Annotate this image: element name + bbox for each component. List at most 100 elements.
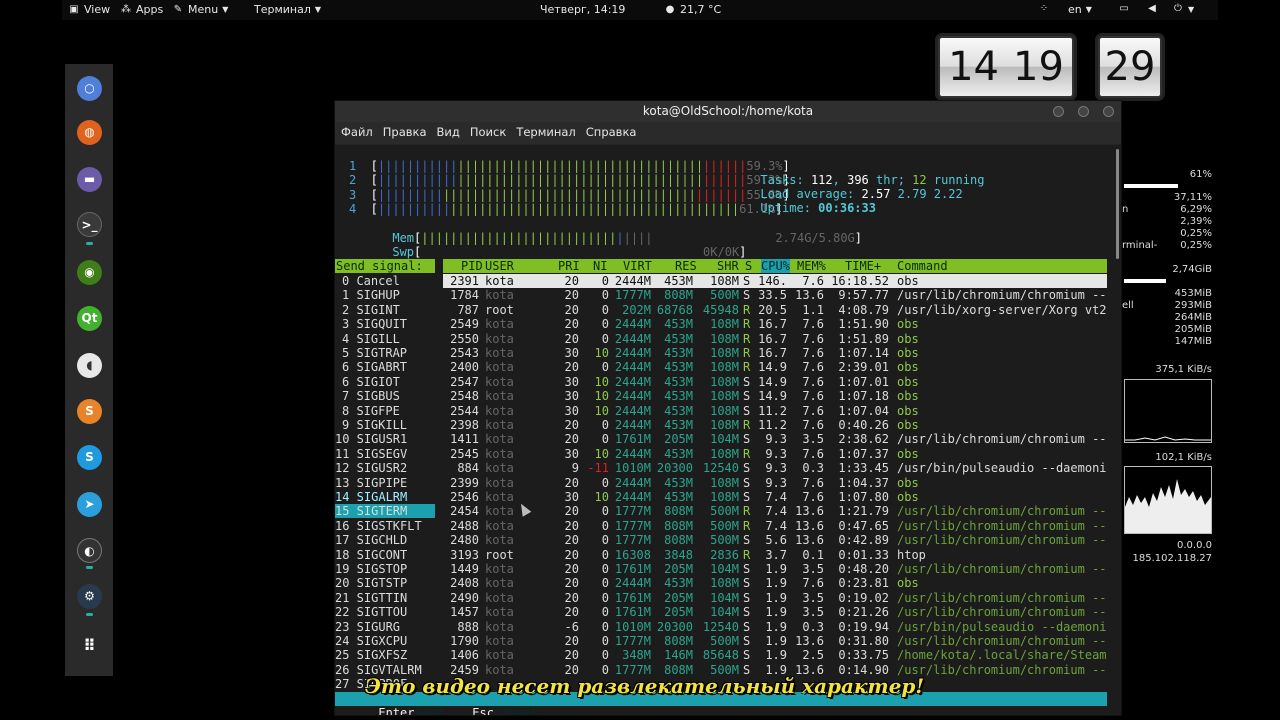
column-header-mem[interactable]: MEM% bbox=[797, 259, 826, 273]
column-header-pri[interactable]: PRI bbox=[558, 259, 580, 273]
process-row[interactable]: 3193 root 20 0 16308 3848 2836 R 3.7 0.1 0:01.33 ht… bbox=[335, 548, 1107, 562]
terminal-app-menu[interactable]: Терминал ▼ bbox=[254, 3, 321, 16]
process-row[interactable]: 787 root 20 0 202M 68768 45948 R 20.5 1.1 4:08.79 /… bbox=[335, 303, 1107, 317]
close-button[interactable] bbox=[1103, 106, 1114, 117]
terminal-window[interactable]: kota@OldSchool:/home/kota Файл Правка Ви… bbox=[334, 100, 1122, 716]
process-row[interactable]: 2550 kota 20 0 2444M 453M 108M R 16.7 7.6 1:51.89 o… bbox=[335, 332, 1107, 346]
column-header-shr[interactable]: SHR bbox=[717, 259, 739, 273]
indicator-icon[interactable]: ⁘ bbox=[1038, 3, 1050, 15]
process-cell: 2480 bbox=[450, 533, 479, 548]
cancel-action[interactable]: Cancel bbox=[494, 706, 537, 715]
mem-proc-value: 453MiB bbox=[1174, 288, 1212, 299]
weather[interactable]: ● 21,7 °C bbox=[664, 3, 722, 16]
steam-icon[interactable]: ⚙ bbox=[77, 584, 102, 609]
process-row[interactable]: 2488 kota 20 0 1777M 808M 500M R 7.4 13.6 0:47.65 /… bbox=[335, 519, 1107, 533]
menu-edit[interactable]: Правка bbox=[383, 122, 427, 144]
minimize-button[interactable] bbox=[1053, 106, 1064, 117]
process-cell: 30 bbox=[564, 490, 579, 504]
process-row[interactable]: 2543 kota 30 10 2444M 453M 108M R 16.7 7.6 1:07.14… bbox=[335, 346, 1107, 360]
qt-icon[interactable]: Qt bbox=[77, 306, 102, 331]
process-cell: 453M bbox=[664, 317, 693, 332]
column-header-s[interactable]: S bbox=[745, 259, 752, 273]
terminal-icon[interactable]: >_ bbox=[77, 212, 102, 237]
sublime-icon[interactable]: S bbox=[77, 399, 102, 424]
column-header-virt[interactable]: VIRT bbox=[623, 259, 652, 273]
process-cell: 10 bbox=[594, 403, 609, 418]
maximize-button[interactable] bbox=[1078, 106, 1089, 117]
process-cell: 0 bbox=[601, 418, 609, 432]
process-row[interactable]: 2391 kota 20 0 2444M 453M 108M S 146. 7.6 16:18.52… bbox=[335, 274, 1107, 288]
column-header-user[interactable]: USER bbox=[485, 259, 514, 273]
apps-button[interactable]: ⁂ Apps bbox=[120, 3, 163, 16]
process-cell: 0 bbox=[601, 533, 609, 548]
process-row[interactable]: 2544 kota 30 10 2444M 453M 108M S 11.2 7.6 1:07.04… bbox=[335, 404, 1107, 418]
scrollbar[interactable] bbox=[1116, 149, 1119, 259]
process-row[interactable]: 2547 kota 30 10 2444M 453M 108M S 14.9 7.6 1:07.01… bbox=[335, 375, 1107, 389]
upload-rate: 102,1 KiB/s bbox=[1155, 452, 1212, 463]
power-icon: ⏻ bbox=[1174, 3, 1182, 14]
process-row[interactable]: 2549 kota 20 0 2444M 453M 108M R 16.7 7.6 1:51.90 o… bbox=[335, 317, 1107, 331]
process-cell: 1010M bbox=[614, 461, 651, 476]
sun-icon: ● bbox=[665, 3, 675, 15]
apps-grid-icon[interactable]: ⠿ bbox=[77, 633, 102, 658]
column-header-ni[interactable]: NI bbox=[593, 259, 607, 273]
files-icon[interactable]: ▬ bbox=[77, 167, 102, 192]
column-header-res[interactable]: RES bbox=[675, 259, 697, 273]
view-button[interactable]: ▣ View bbox=[68, 3, 110, 16]
process-row[interactable]: 2548 kota 30 10 2444M 453M 108M S 14.9 7.6 1:07.18… bbox=[335, 389, 1107, 403]
clock-minute: 19 bbox=[1013, 44, 1064, 90]
menu-help[interactable]: Справка bbox=[586, 122, 637, 144]
process-row[interactable]: 2408 kota 20 0 2444M 453M 108M S 1.9 7.6 0:23.81 ob… bbox=[335, 576, 1107, 590]
menu-view[interactable]: Вид bbox=[437, 122, 460, 144]
process-row[interactable]: 2490 kota 20 0 1761M 205M 104M S 1.9 3.5 0:19.02/u… bbox=[335, 591, 1107, 605]
process-cell: 1.9 bbox=[765, 619, 787, 634]
esc-key[interactable]: Esc bbox=[472, 706, 494, 715]
process-row[interactable]: 1449 kota 20 0 1761M 205M 104M S 1.9 3.5 0:48.20/u… bbox=[335, 562, 1107, 576]
process-row[interactable]: 1457 kota 20 0 1761M 205M 104M S 1.9 3.5 0:21.26/u… bbox=[335, 605, 1107, 619]
menu-file[interactable]: Файл bbox=[341, 122, 373, 144]
skype-icon[interactable]: S bbox=[77, 445, 102, 470]
obs-icon[interactable]: ◐ bbox=[77, 538, 102, 563]
process-row[interactable]: 2398 kota 20 0 2444M 453M 108M R 11.2 7.6 0:40.26 o… bbox=[335, 418, 1107, 432]
process-cell: 1761M bbox=[614, 605, 651, 620]
process-row[interactable]: 1406 kota 20 0 348M 146M 85648 S 1.9 2.5 0:33.75/h… bbox=[335, 648, 1107, 662]
process-row[interactable]: 884 kota 9 -11 1010M 20300 12540 S 9.3 0.3 1:33.45… bbox=[335, 461, 1107, 475]
process-row[interactable]: 888 kota -6 0 1010M 20300 12540 S 1.9 0.3 0:19.94 /… bbox=[335, 620, 1107, 634]
process-cell: 108M bbox=[710, 389, 739, 404]
power-button[interactable]: ⏻ ▼ bbox=[1172, 3, 1194, 15]
datetime[interactable]: Четверг, 14:19 bbox=[540, 3, 625, 16]
process-cell: -6 bbox=[564, 619, 579, 634]
column-header-time[interactable]: TIME+ bbox=[845, 259, 881, 273]
process-row[interactable]: 2454 kota 20 0 1777M 808M 500M R 7.4 13.6 1:21.79 /… bbox=[335, 504, 1107, 518]
firefox-icon[interactable]: ◍ bbox=[77, 120, 102, 145]
process-row[interactable]: 2400 kota 20 0 2444M 453M 108M R 14.9 7.6 2:39.01 o… bbox=[335, 360, 1107, 374]
menu-search[interactable]: Поиск bbox=[470, 122, 506, 144]
process-cell: 16.7 bbox=[758, 317, 787, 332]
menu-button[interactable]: ✎ Menu ▼ bbox=[172, 3, 229, 16]
process-row[interactable]: 2480 kota 20 0 1777M 808M 500M S 5.6 13.6 0:42.89 /… bbox=[335, 533, 1107, 547]
process-row[interactable]: 2546 kota 30 10 2444M 453M 108M S 7.4 7.6 1:07.80 o… bbox=[335, 490, 1107, 504]
process-row[interactable]: 1790 kota 20 0 1777M 808M 500M S 1.9 13.6 0:31.80 /… bbox=[335, 634, 1107, 648]
column-header-command[interactable]: Command bbox=[897, 259, 948, 273]
chromium-icon[interactable]: ○ bbox=[77, 76, 102, 101]
process-row[interactable]: 2399 kota 20 0 2444M 453M 108M S 9.3 7.6 1:04.37 ob… bbox=[335, 476, 1107, 490]
window-titlebar[interactable]: kota@OldSchool:/home/kota bbox=[335, 101, 1121, 122]
htop-screen[interactable]: 1 [|||||||||||||||||||||||||||||||||||||… bbox=[335, 145, 1121, 715]
window-title: kota@OldSchool:/home/kota bbox=[642, 104, 814, 118]
process-cell: 0:19.02 bbox=[838, 590, 889, 605]
process-row[interactable]: 1411 kota 20 0 1761M 205M 104M S 9.3 3.5 2:38.62/u… bbox=[335, 432, 1107, 446]
volume-button[interactable]: ◀ bbox=[1146, 3, 1158, 15]
nvidia-icon[interactable]: ◉ bbox=[77, 260, 102, 285]
egg-icon[interactable]: ◖ bbox=[77, 353, 102, 378]
column-header-cpu[interactable]: CPU% bbox=[761, 259, 790, 274]
send-action[interactable]: Send bbox=[414, 706, 443, 715]
enter-key[interactable]: Enter bbox=[378, 706, 414, 715]
process-row[interactable]: 2545 kota 30 10 2444M 453M 108M R 9.3 7.6 1:07.37 o… bbox=[335, 447, 1107, 461]
column-header-pid[interactable]: PID bbox=[461, 259, 483, 273]
telegram-icon[interactable]: ➤ bbox=[77, 492, 102, 517]
process-row[interactable]: 1784 kota 20 0 1777M 808M 500M S 33.5 13.6 9:57.77… bbox=[335, 288, 1107, 302]
keyboard-layout[interactable]: en ▼ bbox=[1068, 3, 1092, 16]
network-button[interactable]: ▭ bbox=[1118, 3, 1130, 15]
menu-terminal[interactable]: Терминал bbox=[516, 122, 575, 144]
process-cell: 20 bbox=[564, 518, 579, 533]
